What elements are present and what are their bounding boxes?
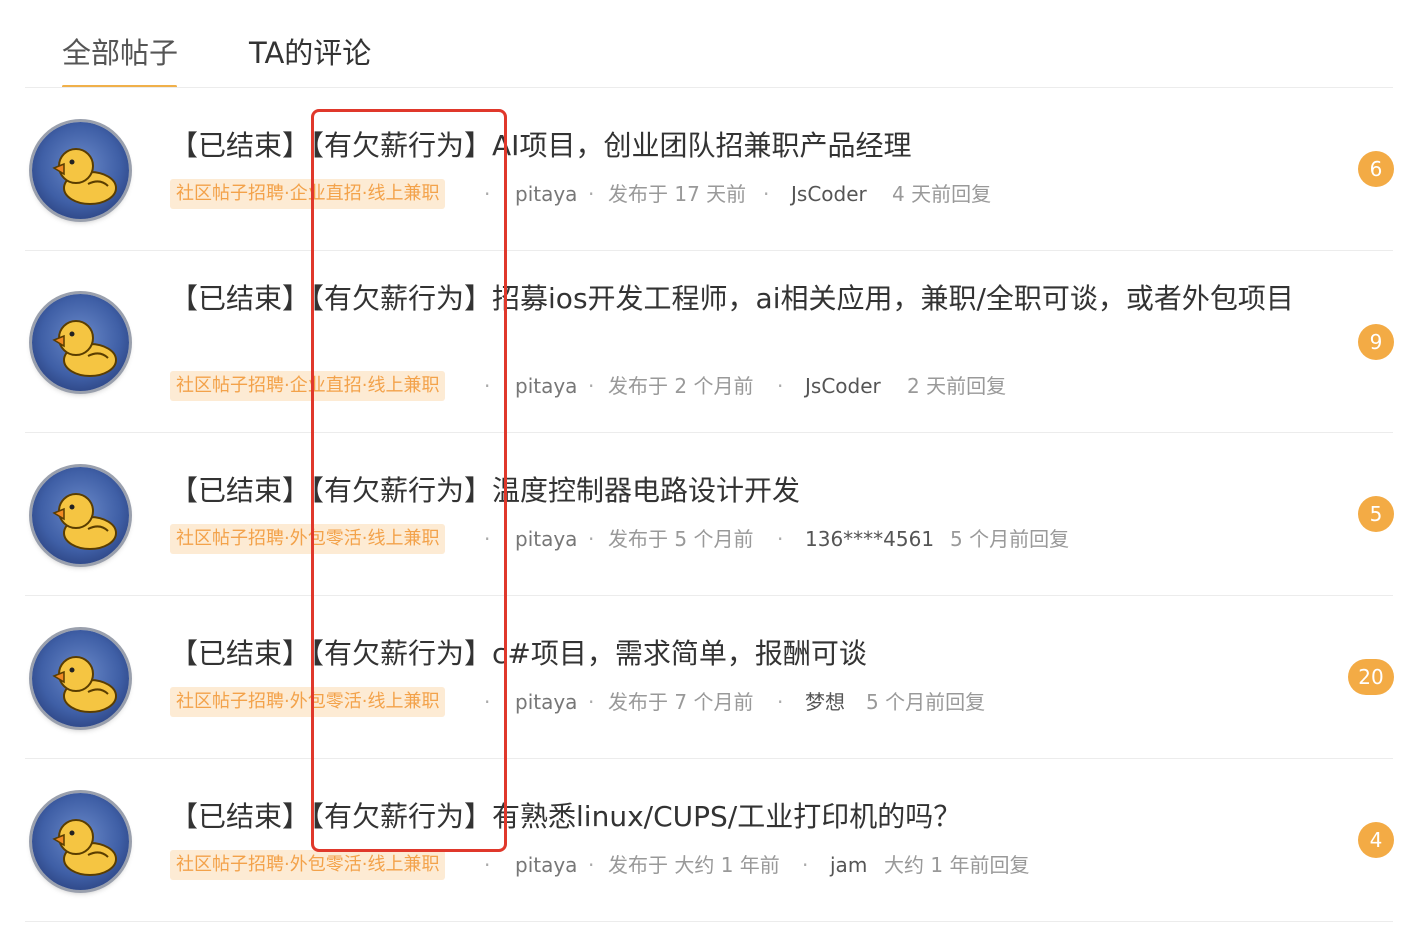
posted-time: 发布于 5 个月前	[608, 527, 754, 551]
flag-tag: 【有欠薪行为】	[310, 474, 493, 507]
last-replier-link[interactable]: 梦想	[805, 687, 845, 717]
last-replier-link[interactable]: 136****4561	[805, 524, 934, 554]
divider	[25, 432, 1393, 433]
post-meta: 社区帖子招聘·企业直招·线上兼职 · pitaya · 发布于 2 个月前 · …	[170, 371, 1170, 401]
duck-avatar-icon[interactable]	[32, 793, 129, 890]
category-badge[interactable]: 社区帖子招聘·企业直招·线上兼职	[170, 179, 446, 209]
posted-time: 发布于 7 个月前	[608, 690, 754, 714]
flag-tag: 【有欠薪行为】	[310, 129, 493, 162]
reply-time: 2 天前回复	[907, 374, 1007, 398]
author-link[interactable]: pitaya	[515, 371, 577, 401]
post-title[interactable]: 【已结束】【有欠薪行为】温度控制器电路设计开发	[170, 471, 1330, 511]
status-tag: 【已结束】	[170, 474, 311, 507]
post-title-text: 有熟悉linux/CUPS/工业打印机的吗？	[492, 800, 962, 833]
post-title-text: 温度控制器电路设计开发	[492, 474, 801, 507]
status-tag: 【已结束】	[170, 637, 311, 670]
last-replier-link[interactable]: jam	[830, 850, 867, 880]
reply-time: 5 个月前回复	[866, 690, 986, 714]
flag-tag: 【有欠薪行为】	[310, 800, 493, 833]
post-meta: 社区帖子招聘·外包零活·线上兼职 · pitaya · 发布于 5 个月前 · …	[170, 524, 1170, 554]
posted-time: 发布于 2 个月前	[608, 374, 754, 398]
author-link[interactable]: pitaya	[515, 524, 577, 554]
category-badge[interactable]: 社区帖子招聘·外包零活·线上兼职	[170, 850, 446, 880]
post-title[interactable]: 【已结束】【有欠薪行为】有熟悉linux/CUPS/工业打印机的吗？	[170, 797, 1330, 837]
posted-time: 发布于 大约 1 年前	[608, 853, 780, 877]
duck-avatar-icon[interactable]	[32, 467, 129, 564]
tab-all-posts[interactable]: 全部帖子	[62, 30, 178, 72]
divider	[25, 595, 1393, 596]
last-replier-link[interactable]: JsCoder	[805, 371, 881, 401]
author-link[interactable]: pitaya	[515, 850, 577, 880]
author-link[interactable]: pitaya	[515, 179, 577, 209]
posted-time: 发布于 17 天前	[608, 182, 747, 206]
divider	[25, 87, 1393, 88]
flag-tag: 【有欠薪行为】	[310, 282, 493, 315]
reply-time: 大约 1 年前回复	[884, 853, 1030, 877]
category-badge[interactable]: 社区帖子招聘·外包零活·线上兼职	[170, 524, 446, 554]
status-tag: 【已结束】	[170, 282, 311, 315]
divider	[25, 758, 1393, 759]
post-title-text: 招募ios开发工程师，ai相关应用，兼职/全职可谈，或者外包项目	[492, 282, 1294, 315]
reply-count-badge: 9	[1358, 324, 1394, 360]
duck-avatar-icon[interactable]	[32, 630, 129, 727]
duck-avatar-icon[interactable]	[32, 122, 129, 219]
flag-tag: 【有欠薪行为】	[310, 637, 493, 670]
status-tag: 【已结束】	[170, 800, 311, 833]
divider	[25, 921, 1393, 922]
category-badge[interactable]: 社区帖子招聘·企业直招·线上兼职	[170, 371, 446, 401]
post-title[interactable]: 【已结束】【有欠薪行为】招募ios开发工程师，ai相关应用，兼职/全职可谈，或者…	[170, 279, 1330, 319]
reply-time: 4 天前回复	[892, 182, 992, 206]
reply-time: 5 个月前回复	[950, 527, 1070, 551]
category-badge[interactable]: 社区帖子招聘·外包零活·线上兼职	[170, 687, 446, 717]
divider	[25, 250, 1393, 251]
tab-comments[interactable]: TA的评论	[249, 30, 371, 72]
post-title[interactable]: 【已结束】【有欠薪行为】AI项目，创业团队招兼职产品经理	[170, 126, 1330, 166]
reply-count-badge: 6	[1358, 151, 1394, 187]
last-replier-link[interactable]: JsCoder	[791, 179, 867, 209]
reply-count-badge: 4	[1358, 822, 1394, 858]
status-tag: 【已结束】	[170, 129, 311, 162]
post-meta: 社区帖子招聘·外包零活·线上兼职 · pitaya · 发布于 大约 1 年前 …	[170, 850, 1170, 880]
duck-avatar-icon[interactable]	[32, 294, 129, 391]
reply-count-badge: 20	[1348, 659, 1394, 695]
post-meta: 社区帖子招聘·外包零活·线上兼职 · pitaya · 发布于 7 个月前 · …	[170, 687, 1170, 717]
reply-count-badge: 5	[1358, 496, 1394, 532]
post-meta: 社区帖子招聘·企业直招·线上兼职 · pitaya · 发布于 17 天前 · …	[170, 179, 1170, 209]
post-title-text: AI项目，创业团队招兼职产品经理	[492, 129, 912, 162]
post-title-text: c#项目，需求简单，报酬可谈	[492, 637, 867, 670]
author-link[interactable]: pitaya	[515, 687, 577, 717]
post-title[interactable]: 【已结束】【有欠薪行为】c#项目，需求简单，报酬可谈	[170, 634, 1330, 674]
